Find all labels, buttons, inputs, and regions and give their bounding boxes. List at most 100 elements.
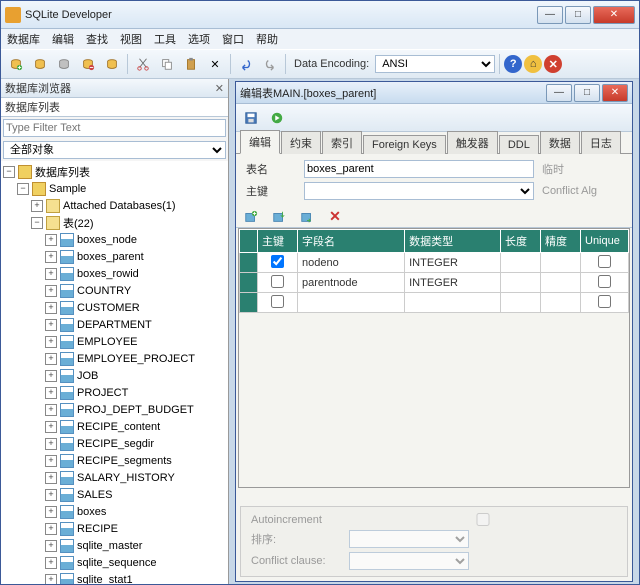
tree-root[interactable]: −数据库列表: [3, 163, 226, 180]
tree-table[interactable]: +sqlite_master: [3, 537, 226, 554]
tree-table[interactable]: +boxes_parent: [3, 248, 226, 265]
tab-index[interactable]: 索引: [322, 131, 362, 154]
tree-table[interactable]: +RECIPE_content: [3, 418, 226, 435]
tree-table[interactable]: +sqlite_sequence: [3, 554, 226, 571]
name-label: 表名: [246, 161, 296, 177]
run-icon[interactable]: [266, 107, 288, 129]
autoinc-checkbox: [349, 513, 617, 526]
menu-find[interactable]: 查找: [86, 31, 108, 47]
tree-table[interactable]: +PROJECT: [3, 384, 226, 401]
copy-icon[interactable]: [156, 53, 178, 75]
browser-tab[interactable]: 数据库列表: [1, 98, 228, 117]
undo-icon[interactable]: [235, 53, 257, 75]
scope-select[interactable]: 全部对象: [3, 141, 226, 159]
close-button[interactable]: ✕: [593, 6, 635, 24]
browser-header: 数据库浏览器 ✕: [1, 79, 228, 98]
tab-log[interactable]: 日志: [581, 131, 621, 154]
col-uniq[interactable]: Unique: [581, 230, 629, 253]
col-pk[interactable]: 主键: [258, 230, 298, 253]
menu-options[interactable]: 选项: [188, 31, 210, 47]
menu-view[interactable]: 视图: [120, 31, 142, 47]
col-name[interactable]: 字段名: [298, 230, 405, 253]
conflict-select: [349, 552, 469, 570]
tree-table[interactable]: +DEPARTMENT: [3, 316, 226, 333]
grid-row[interactable]: parentnodeINTEGER: [240, 273, 629, 293]
encoding-select[interactable]: ANSI: [375, 55, 495, 73]
save-icon[interactable]: [240, 107, 262, 129]
tab-fk[interactable]: Foreign Keys: [363, 135, 446, 154]
editor-window: 编辑表MAIN.[boxes_parent] — □ ✕ 编辑 约束 索引 Fo…: [235, 81, 633, 582]
col-len[interactable]: 长度: [501, 230, 541, 253]
add-col-icon[interactable]: [240, 206, 262, 228]
cut-icon[interactable]: [132, 53, 154, 75]
tree-table[interactable]: +RECIPE_segdir: [3, 435, 226, 452]
tree-table[interactable]: +RECIPE_segments: [3, 452, 226, 469]
menu-tools[interactable]: 工具: [154, 31, 176, 47]
menu-help[interactable]: 帮助: [256, 31, 278, 47]
tree[interactable]: −数据库列表 −Sample +Attached Databases(1) −表…: [1, 161, 228, 584]
editor-minimize-button[interactable]: —: [546, 84, 572, 102]
order-select: [349, 530, 469, 548]
tree-table[interactable]: +boxes_node: [3, 231, 226, 248]
tree-table[interactable]: +PROJ_DEPT_BUDGET: [3, 401, 226, 418]
minimize-button[interactable]: —: [537, 6, 563, 24]
tab-ddl[interactable]: DDL: [499, 135, 539, 154]
col-type[interactable]: 数据类型: [405, 230, 501, 253]
db-refresh-icon[interactable]: [53, 53, 75, 75]
app-icon: [5, 7, 21, 23]
db-add-icon[interactable]: [5, 53, 27, 75]
tree-table[interactable]: +boxes_rowid: [3, 265, 226, 282]
insert-col-icon[interactable]: [268, 206, 290, 228]
help-icon[interactable]: ?: [504, 55, 522, 73]
grid-new-row[interactable]: [240, 293, 629, 313]
paste-icon[interactable]: [180, 53, 202, 75]
tree-table[interactable]: +CUSTOMER: [3, 299, 226, 316]
editor-maximize-button[interactable]: □: [574, 84, 600, 102]
db-edit-icon[interactable]: [101, 53, 123, 75]
col-prec[interactable]: 精度: [541, 230, 581, 253]
pk-select[interactable]: [304, 182, 534, 200]
delete-col-icon[interactable]: ✕: [324, 206, 346, 228]
editor-titlebar[interactable]: 编辑表MAIN.[boxes_parent] — □ ✕: [236, 82, 632, 104]
db-open-icon[interactable]: [29, 53, 51, 75]
browser-close-icon[interactable]: ✕: [215, 82, 224, 95]
main-window: SQLite Developer — □ ✕ 数据库 编辑 查找 视图 工具 选…: [0, 0, 640, 585]
pk-label: 主键: [246, 183, 296, 199]
menu-edit[interactable]: 编辑: [52, 31, 74, 47]
filter-input[interactable]: [3, 119, 226, 137]
conflict-alg-label: Conflict Alg: [542, 185, 622, 197]
tree-table[interactable]: +SALES: [3, 486, 226, 503]
db-delete-icon[interactable]: [77, 53, 99, 75]
browser-header-title: 数据库浏览器: [5, 80, 71, 96]
tab-data[interactable]: 数据: [540, 131, 580, 154]
tree-table[interactable]: +sqlite_stat1: [3, 571, 226, 584]
menu-window[interactable]: 窗口: [222, 31, 244, 47]
grid-row[interactable]: nodenoINTEGER: [240, 253, 629, 273]
stop-icon[interactable]: ✕: [544, 55, 562, 73]
menu-database[interactable]: 数据库: [7, 31, 40, 47]
menubar: 数据库 编辑 查找 视图 工具 选项 窗口 帮助: [1, 29, 639, 49]
main-titlebar[interactable]: SQLite Developer — □ ✕: [1, 1, 639, 29]
redo-icon[interactable]: [259, 53, 281, 75]
table-name-input[interactable]: [304, 160, 534, 178]
tab-constraint[interactable]: 约束: [281, 131, 321, 154]
tree-table[interactable]: +EMPLOYEE_PROJECT: [3, 350, 226, 367]
order-label: 排序:: [251, 531, 341, 547]
maximize-button[interactable]: □: [565, 6, 591, 24]
tree-table[interactable]: +EMPLOYEE: [3, 333, 226, 350]
delete-icon[interactable]: ✕: [204, 53, 226, 75]
move-col-icon[interactable]: [296, 206, 318, 228]
columns-grid[interactable]: 主键 字段名 数据类型 长度 精度 Unique nodenoINTEGERpa…: [238, 228, 630, 488]
tab-edit[interactable]: 编辑: [240, 130, 280, 154]
editor-close-button[interactable]: ✕: [602, 84, 628, 102]
tree-table[interactable]: +RECIPE: [3, 520, 226, 537]
tree-table[interactable]: +SALARY_HISTORY: [3, 469, 226, 486]
tab-trigger[interactable]: 触发器: [447, 131, 498, 154]
home-icon[interactable]: ⌂: [524, 55, 542, 73]
tree-tables[interactable]: −表(22): [3, 214, 226, 231]
tree-attached[interactable]: +Attached Databases(1): [3, 197, 226, 214]
tree-table[interactable]: +COUNTRY: [3, 282, 226, 299]
tree-table[interactable]: +JOB: [3, 367, 226, 384]
tree-table[interactable]: +boxes: [3, 503, 226, 520]
tree-db[interactable]: −Sample: [3, 180, 226, 197]
